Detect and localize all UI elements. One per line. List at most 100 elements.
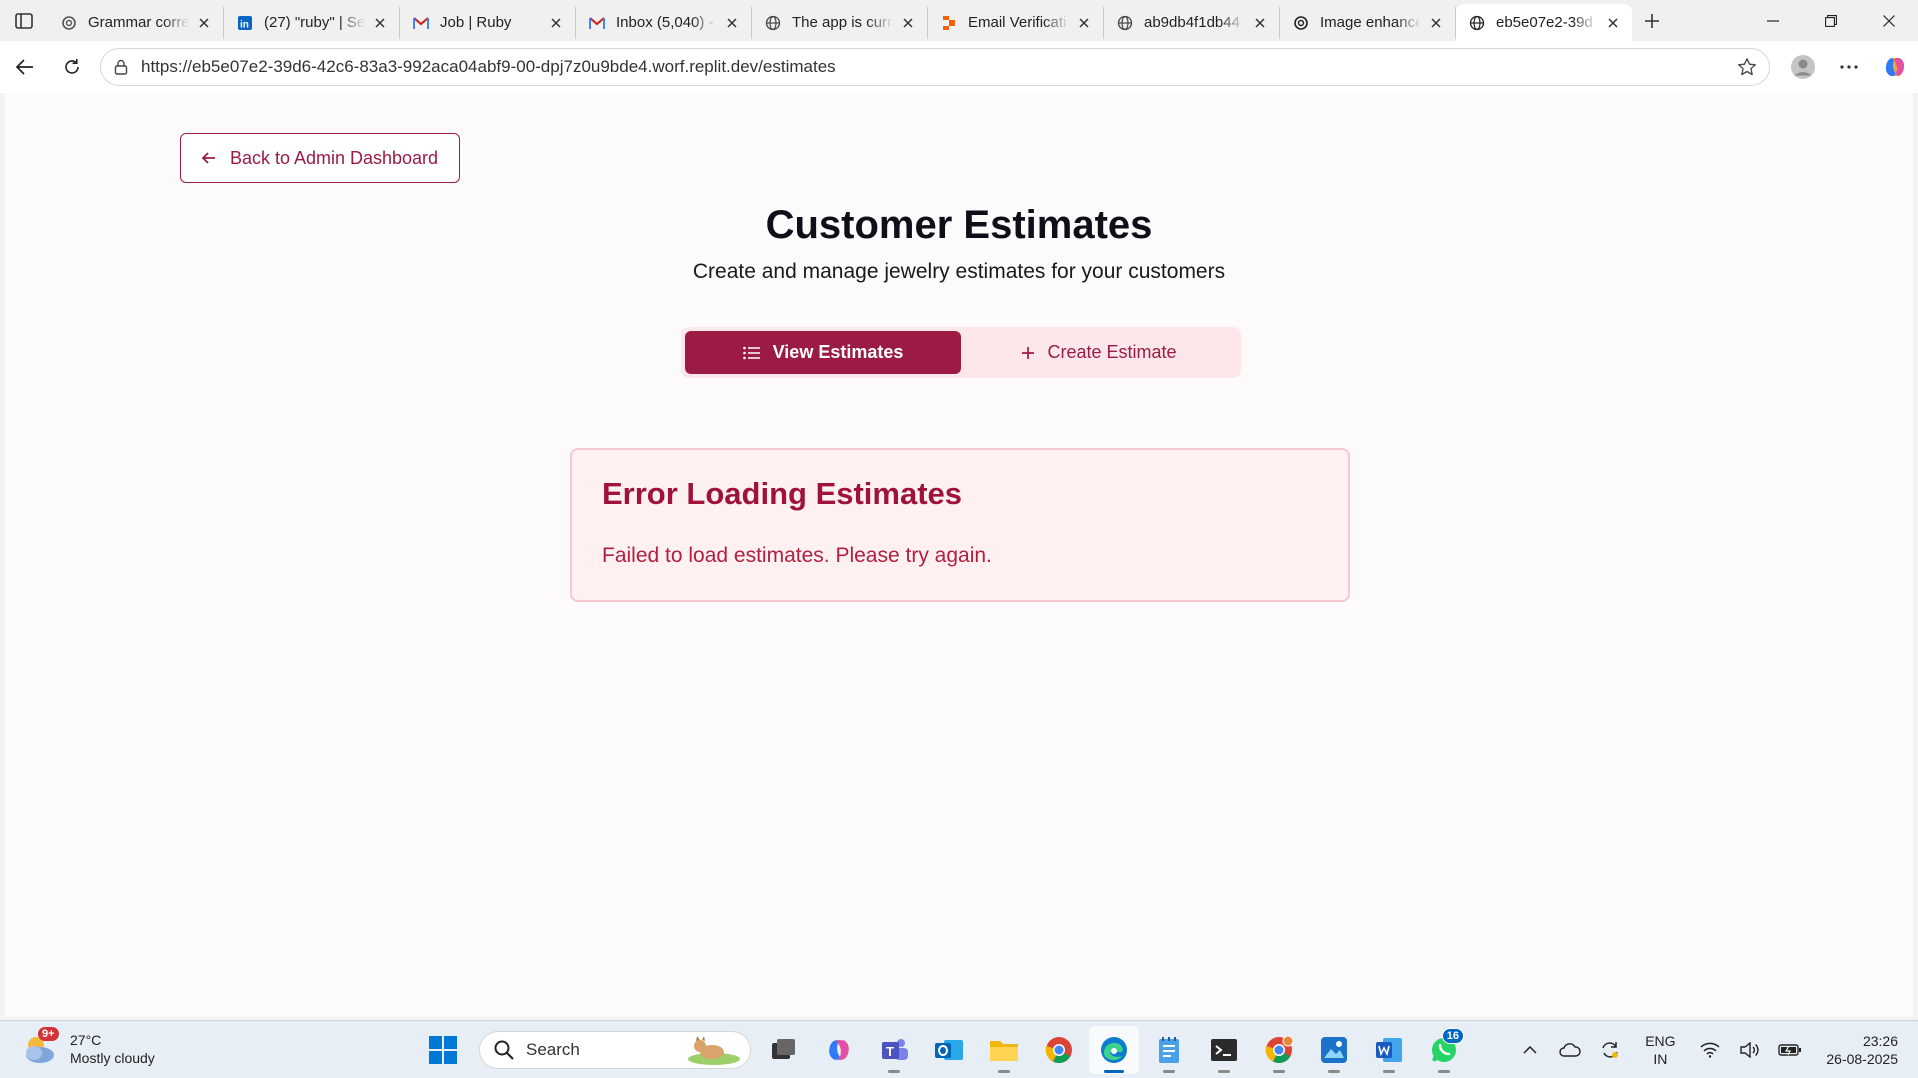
start-menu-icon[interactable] [418,1026,468,1074]
close-tab-icon[interactable] [1604,14,1622,32]
page-subtitle: Create and manage jewelry estimates for … [692,260,1226,283]
more-options-icon[interactable] [1826,47,1872,87]
onedrive-cloud-icon[interactable] [1550,1021,1590,1078]
weather-condition: Mostly cloudy [70,1050,155,1066]
close-window-icon[interactable] [1860,0,1918,41]
close-tab-icon[interactable] [547,14,565,32]
copilot-icon[interactable] [1872,47,1918,87]
browser-tab-linkedin[interactable]: in (27) "ruby" | Se [224,6,400,39]
browser-tab-active[interactable]: eb5e07e2-39d [1456,4,1632,41]
address-bar[interactable]: https://eb5e07e2-39d6-42c6-83a3-992aca04… [100,48,1770,86]
browser-toolbar: https://eb5e07e2-39d6-42c6-83a3-992aca04… [0,41,1918,93]
error-title: Error Loading Estimates [602,476,963,511]
chrome-icon[interactable] [1034,1026,1084,1074]
tab-title: (27) "ruby" | Se [264,14,365,31]
photos-icon[interactable] [1309,1026,1359,1074]
close-tab-icon[interactable] [195,14,213,32]
close-tab-icon[interactable] [899,14,917,32]
browser-tab-image-enhance[interactable]: Image enhance [1280,6,1456,39]
tab-title: Inbox (5,040) - [616,14,714,31]
wifi-icon[interactable] [1690,1021,1730,1078]
tab-title: Job | Ruby [440,14,512,31]
edge-icon[interactable] [1089,1026,1139,1074]
site-info-icon[interactable] [101,59,141,75]
close-tab-icon[interactable] [1427,14,1445,32]
search-placeholder: Search [526,1040,580,1059]
chrome-profile-icon[interactable] [1254,1026,1304,1074]
clock-date: 26-08-2025 [1826,1051,1898,1067]
tab-view-estimates[interactable]: View Estimates [685,331,961,374]
refresh-icon[interactable] [50,47,94,87]
windows-taskbar: 9+ 27°C Mostly cloudy Search T 16 ENG IN… [0,1020,1918,1078]
terminal-icon[interactable] [1199,1026,1249,1074]
file-explorer-icon[interactable] [979,1026,1029,1074]
favorite-star-icon[interactable] [1725,57,1769,77]
whatsapp-badge: 16 [1441,1028,1464,1044]
copilot-app-icon[interactable] [814,1026,864,1074]
taskbar-search[interactable]: Search [479,1031,751,1069]
linkedin-icon: in [236,14,254,32]
whatsapp-icon[interactable]: 16 [1419,1026,1469,1074]
search-icon [494,1040,514,1060]
teams-icon[interactable]: T [869,1026,919,1074]
page-viewport: Back to Admin Dashboard Customer Estimat… [5,93,1913,1017]
weather-temp: 27°C [70,1032,102,1048]
weather-badge: 9+ [38,1027,59,1041]
notepad-icon[interactable] [1144,1026,1194,1074]
browser-tab-inbox[interactable]: Inbox (5,040) - [576,6,752,39]
svg-text:in: in [240,19,249,30]
weather-widget[interactable]: 9+ 27°C Mostly cloudy [20,1027,155,1069]
tab-create-estimate[interactable]: Create Estimate [961,331,1237,374]
battery-icon[interactable] [1770,1021,1810,1078]
tab-view-label: View Estimates [772,342,904,362]
browser-tab-app[interactable]: The app is curr [752,6,928,39]
url-text[interactable]: https://eb5e07e2-39d6-42c6-83a3-992aca04… [141,57,1725,77]
page-title: Customer Estimates [765,203,1153,247]
plus-icon [1021,346,1035,360]
close-tab-icon[interactable] [1075,14,1093,32]
browser-tab-email-verification[interactable]: Email Verificati [928,6,1104,39]
browser-tab-grammar[interactable]: Grammar corre [48,6,224,39]
tab-actions-icon[interactable] [0,0,48,41]
list-icon [742,346,761,360]
tab-title: Email Verificati [968,14,1067,31]
system-clock[interactable]: 23:26 26-08-2025 [1826,1032,1898,1068]
lang-region: IN [1653,1051,1668,1067]
minimize-icon[interactable] [1744,0,1802,41]
arrow-left-icon [201,152,216,164]
globe-icon [764,14,782,32]
tab-title: The app is curr [792,14,893,31]
profile-avatar-icon[interactable] [1780,47,1826,87]
word-icon[interactable] [1364,1026,1414,1074]
sync-icon[interactable] [1590,1021,1630,1078]
restore-icon[interactable] [1802,0,1860,41]
task-view-icon[interactable] [759,1026,809,1074]
system-tray: ENG IN 23:26 26-08-2025 [1510,1021,1918,1078]
tab-title: eb5e07e2-39d [1496,14,1593,31]
replit-icon [940,14,958,32]
close-tab-icon[interactable] [723,14,741,32]
tab-create-label: Create Estimate [1047,342,1177,362]
back-button-label: Back to Admin Dashboard [229,147,439,168]
browser-tab-job-ruby[interactable]: Job | Ruby [400,6,576,39]
volume-icon[interactable] [1730,1021,1770,1078]
error-card: Error Loading Estimates Failed to load e… [570,448,1350,602]
back-to-admin-button[interactable]: Back to Admin Dashboard [180,133,460,183]
close-tab-icon[interactable] [1251,14,1269,32]
chevron-up-icon[interactable] [1510,1021,1550,1078]
gmail-icon [588,14,606,32]
openai-icon [1292,14,1310,32]
close-tab-icon[interactable] [371,14,389,32]
lang-code: ENG [1645,1033,1676,1049]
weather-cloud-icon: 9+ [20,1027,60,1069]
new-tab-icon[interactable] [1632,0,1672,41]
browser-tab-ab9db[interactable]: ab9db4f1db44 [1104,6,1280,39]
back-arrow-icon[interactable] [3,47,47,87]
outlook-icon[interactable] [924,1026,974,1074]
svg-text:T: T [886,1044,894,1059]
clock-time: 23:26 [1862,1033,1898,1049]
tab-title: ab9db4f1db44 [1144,14,1240,31]
language-indicator[interactable]: ENG IN [1630,1032,1690,1068]
estimate-tabs: View Estimates Create Estimate [681,327,1241,378]
tab-title: Image enhance [1320,14,1421,31]
